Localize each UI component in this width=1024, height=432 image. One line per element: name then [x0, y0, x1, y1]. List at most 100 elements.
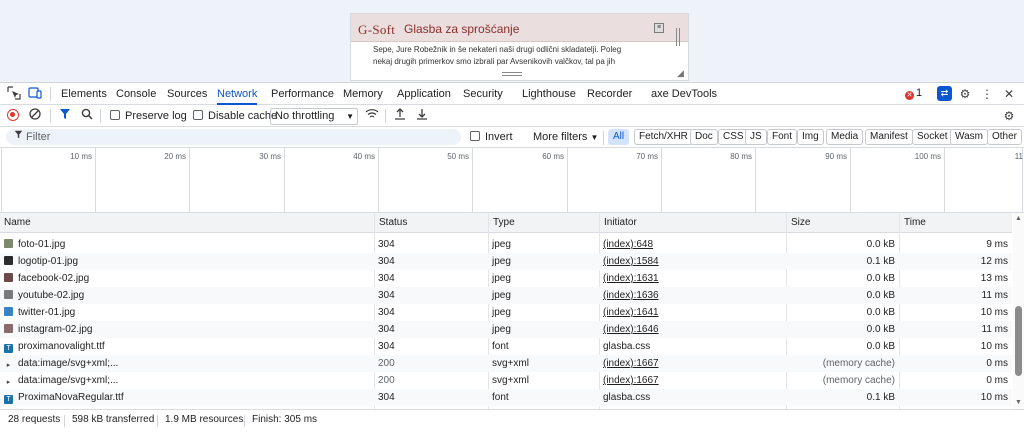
resize-corner-icon[interactable]: ◢	[677, 68, 684, 79]
cell-initiator[interactable]: (index):648	[599, 236, 786, 253]
request-name[interactable]: ProximaNovaRegular.ttf	[18, 392, 124, 403]
table-row[interactable]: facebook-02.jpg 304 jpeg (index):1631 0.0 kB…	[0, 270, 1012, 287]
close-icon[interactable]: ✕	[1001, 86, 1017, 102]
column-header-size[interactable]: Size	[786, 213, 899, 233]
filter-box[interactable]	[6, 129, 461, 145]
cell-initiator-value[interactable]: (index):1667	[603, 375, 659, 386]
settings-gear-icon[interactable]: ⚙	[957, 86, 973, 102]
scroll-up-icon[interactable]: ▲	[1015, 215, 1022, 222]
checkbox-box[interactable]	[193, 110, 203, 120]
tab-console[interactable]: Console	[116, 83, 156, 105]
filter-type-socket[interactable]: Socket	[912, 129, 953, 145]
tab-application[interactable]: Application	[397, 83, 451, 105]
table-row[interactable]: youtube-02.jpg 304 jpeg (index):1636 0.0 kB 1…	[0, 287, 1012, 304]
network-settings-gear-icon[interactable]: ⚙	[1001, 108, 1017, 124]
cell-initiator-value[interactable]: (index):1641	[603, 307, 659, 318]
table-row[interactable]: twitter-01.jpg 304 jpeg (index):1641 0.0 kB 1…	[0, 304, 1012, 321]
table-row[interactable]: Tproximanovalight.ttf 304 font glasba.css 0.…	[0, 338, 1012, 355]
filter-type-img[interactable]: Img	[797, 129, 824, 145]
column-header-initiator[interactable]: Initiator	[599, 213, 786, 233]
network-conditions-icon[interactable]	[364, 108, 380, 124]
scrollbar-thumb[interactable]	[1015, 306, 1022, 376]
filter-type-fetch-xhr[interactable]: Fetch/XHR	[634, 129, 693, 145]
tab-memory[interactable]: Memory	[343, 83, 383, 105]
tab-security[interactable]: Security	[463, 83, 503, 105]
column-header-type[interactable]: Type	[488, 213, 599, 233]
inspect-element-icon[interactable]	[6, 86, 22, 102]
export-har-icon[interactable]	[414, 108, 430, 124]
cell-initiator-value[interactable]: (index):1631	[603, 273, 659, 284]
extension-icon[interactable]: ⇄	[937, 86, 952, 101]
invert-checkbox[interactable]: Invert	[470, 129, 513, 145]
disable-cache-checkbox[interactable]: Disable cache	[193, 108, 277, 124]
preserve-log-checkbox[interactable]: Preserve log	[110, 108, 187, 124]
site-logo[interactable]: G-Soft	[358, 22, 395, 38]
filter-type-media[interactable]: Media	[826, 129, 864, 145]
column-header-name[interactable]: Name	[0, 213, 374, 233]
timeline-overview[interactable]: 10 ms 20 ms 30 ms 40 ms 50 ms 60 ms 70 m…	[0, 148, 1024, 213]
request-name[interactable]: logotip-01.jpg	[18, 256, 78, 267]
column-header-time[interactable]: Time	[899, 213, 1012, 233]
import-har-icon[interactable]	[392, 108, 408, 124]
table-row[interactable]: foto-01.jpg 304 jpeg (index):648 0.0 kB 9 ms	[0, 236, 1012, 253]
filter-type-other[interactable]: Other	[987, 129, 1023, 145]
request-name[interactable]: data:image/svg+xml;...	[18, 375, 118, 386]
filter-type-doc[interactable]: Doc	[690, 129, 718, 145]
tab-sources[interactable]: Sources	[167, 83, 207, 105]
table-row[interactable]: logotip-01.jpg 304 jpeg (index):1584 0.1 kB 1…	[0, 253, 1012, 270]
filter-type-css[interactable]: CSS	[718, 129, 749, 145]
cell-initiator[interactable]: (index):1636	[599, 287, 786, 304]
cell-initiator-value[interactable]: (index):648	[603, 239, 653, 250]
table-row[interactable]: ▸ data:image/svg+xml;... 200 svg+xml (index)…	[0, 355, 1012, 372]
checkbox-box[interactable]	[470, 131, 480, 141]
record-icon[interactable]	[7, 109, 19, 121]
cell-initiator-value[interactable]: (index):1584	[603, 256, 659, 267]
menu-icon[interactable]: ≡	[654, 23, 664, 33]
search-icon[interactable]	[79, 108, 95, 124]
more-filters-dropdown[interactable]: More filters ▼	[533, 129, 598, 145]
cell-initiator-value[interactable]: (index):1646	[603, 324, 659, 335]
scroll-down-icon[interactable]: ▼	[1015, 399, 1022, 406]
resize-grip-icon[interactable]	[502, 72, 522, 76]
cell-initiator-value[interactable]: (index):1667	[603, 358, 659, 369]
cell-initiator-value[interactable]: (index):1636	[603, 290, 659, 301]
table-scrollbar[interactable]: ▲ ▼	[1013, 213, 1024, 409]
throttling-select[interactable]: No throttling ▼	[270, 108, 358, 125]
tab-recorder[interactable]: Recorder	[587, 83, 632, 105]
cell-initiator[interactable]: (index):1667	[599, 372, 786, 389]
filter-type-all[interactable]: All	[608, 129, 630, 145]
clear-icon[interactable]	[27, 108, 43, 124]
tab-network[interactable]: Network	[217, 83, 258, 105]
scrollbar-icon[interactable]	[676, 28, 680, 46]
request-name[interactable]: data:image/svg+xml;...	[18, 358, 118, 369]
cell-initiator[interactable]: (index):1646	[599, 321, 786, 338]
tab-performance[interactable]: Performance	[271, 83, 334, 105]
filter-type-font[interactable]: Font	[767, 129, 798, 145]
request-name[interactable]: facebook-02.jpg	[18, 273, 89, 284]
device-toolbar-icon[interactable]	[27, 86, 43, 102]
filter-type-manifest[interactable]: Manifest	[865, 129, 913, 145]
request-name[interactable]: twitter-01.jpg	[18, 307, 75, 318]
column-header-status[interactable]: Status	[374, 213, 488, 233]
cell-initiator[interactable]: (index):1667	[599, 355, 786, 372]
request-name[interactable]: proximanovalight.ttf	[18, 341, 105, 352]
cell-initiator[interactable]: (index):1631	[599, 270, 786, 287]
table-row[interactable]: T ProximaNovaRegular.ttf 304 font glasba.css…	[0, 389, 1012, 406]
cell-initiator[interactable]: (index):1584	[599, 253, 786, 270]
tab-elements[interactable]: Elements	[61, 83, 107, 105]
request-name[interactable]: youtube-02.jpg	[18, 290, 84, 301]
error-count-badge[interactable]: ✕ 1	[905, 87, 922, 100]
filter-type-js[interactable]: JS	[745, 129, 767, 145]
tab-lighthouse[interactable]: Lighthouse	[522, 83, 576, 105]
filter-icon[interactable]	[57, 108, 73, 124]
table-row[interactable]: ▸ data:image/svg+xml;... 200 svg+xml (index)…	[0, 372, 1012, 389]
checkbox-box[interactable]	[110, 110, 120, 120]
filter-input[interactable]	[26, 130, 446, 144]
table-row[interactable]: instagram-02.jpg 304 jpeg (index):1646 0.0 k…	[0, 321, 1012, 338]
cell-initiator[interactable]: (index):1641	[599, 304, 786, 321]
filter-type-wasm[interactable]: Wasm	[950, 129, 988, 145]
request-name[interactable]: foto-01.jpg	[18, 239, 65, 250]
request-name[interactable]: instagram-02.jpg	[18, 324, 92, 335]
more-options-icon[interactable]: ⋮	[979, 86, 995, 102]
tab-axe-devtools[interactable]: axe DevTools	[651, 83, 717, 105]
